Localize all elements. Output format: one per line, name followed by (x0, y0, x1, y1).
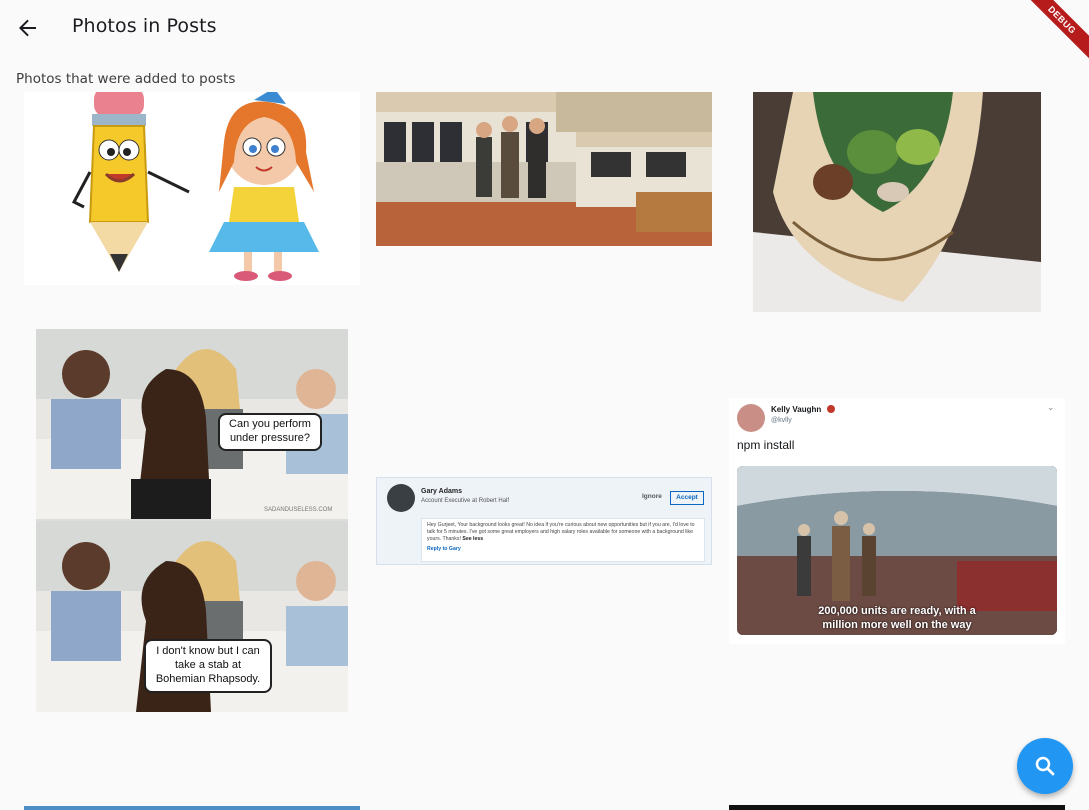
photo-computer-room[interactable] (376, 92, 712, 246)
search-icon (1035, 756, 1055, 776)
subtitle-line-2: million more well on the way (822, 619, 972, 631)
photo-grid: Can you perform under pressure? SADANDUS… (0, 92, 1089, 810)
search-fab[interactable] (1017, 738, 1073, 794)
photo-partial-left[interactable] (24, 806, 360, 810)
speech-bubble-top: Can you perform under pressure? (218, 413, 322, 451)
speech-bubble-bottom: I don't know but I can take a stab at Bo… (144, 639, 272, 693)
photo-interview-meme[interactable]: Can you perform under pressure? SADANDUS… (36, 329, 348, 712)
tweet-image: 200,000 units are ready, with a million … (737, 466, 1057, 635)
see-less-link: See less (462, 536, 484, 542)
chevron-down-icon: ⌄ (1047, 402, 1055, 412)
cartoon-image (24, 92, 360, 285)
photo-taco[interactable] (753, 92, 1041, 312)
photo-partial-right[interactable] (729, 805, 1065, 810)
subtitle-line-1: 200,000 units are ready, with a (818, 605, 976, 617)
back-button[interactable] (12, 12, 44, 44)
taco-image (753, 92, 1041, 312)
meme-panel-bottom: I don't know but I can take a stab at Bo… (36, 521, 348, 712)
arrow-back-icon (19, 19, 36, 37)
ignore-button: Ignore (642, 493, 662, 500)
page-subtitle: Photos that were added to posts (16, 71, 236, 87)
linkedin-role: Account Executive at Robert Half (421, 498, 510, 504)
computer-room-image (376, 92, 712, 246)
tweet-author: Kelly Vaughn (771, 405, 822, 414)
avatar (737, 404, 765, 432)
avatar (387, 484, 415, 512)
photo-cartoon-pencil[interactable] (24, 92, 360, 285)
photo-tweet[interactable]: Kelly Vaughn @kvlly ⌄ npm install 200,00… (729, 398, 1065, 644)
meme-watermark: SADANDUSELESS.COM (264, 507, 333, 513)
app-bar: Photos in Posts (0, 0, 1089, 56)
tweet-text: npm install (737, 438, 795, 452)
tweet-handle: @kvlly (771, 417, 792, 424)
linkedin-message-box: Hey Gurjeet, Your background looks great… (421, 518, 705, 562)
accept-button: Accept (670, 491, 704, 505)
page-title: Photos in Posts (72, 15, 217, 37)
bug-icon (827, 405, 835, 413)
meme-panel-top: Can you perform under pressure? SADANDUS… (36, 329, 348, 519)
linkedin-name: Gary Adams (421, 488, 462, 495)
reply-link: Reply to Gary (427, 546, 461, 552)
photo-linkedin-message[interactable]: Gary Adams Account Executive at Robert H… (376, 477, 712, 565)
